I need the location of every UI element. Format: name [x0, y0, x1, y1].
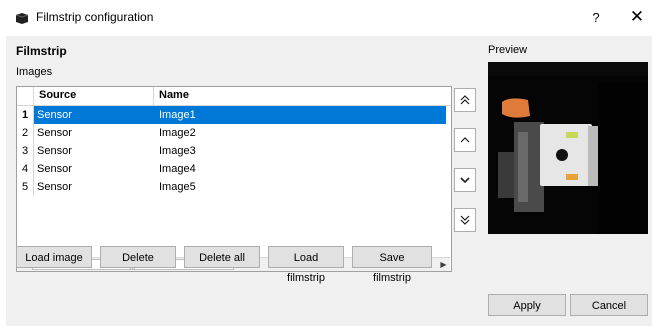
move-down-button[interactable]: [454, 168, 476, 192]
delete-button[interactable]: Delete: [100, 246, 176, 268]
help-button[interactable]: ?: [586, 8, 606, 28]
delete-all-button[interactable]: Delete all: [184, 246, 260, 268]
cell-name[interactable]: Image2: [159, 124, 196, 142]
row-index[interactable]: 3: [17, 142, 34, 160]
cancel-button[interactable]: Cancel: [570, 294, 648, 316]
column-divider[interactable]: [153, 87, 154, 105]
title-bar: Filmstrip configuration ? ✕: [0, 0, 652, 36]
cell-name[interactable]: Image3: [159, 142, 196, 160]
selection-highlight: [34, 106, 446, 124]
move-bottom-button[interactable]: [454, 208, 476, 232]
apply-button[interactable]: Apply: [488, 294, 566, 316]
images-table[interactable]: Source Name 1 Sensor Image1 2 Sensor Ima…: [16, 86, 452, 272]
double-chevron-up-icon: [460, 95, 470, 105]
double-chevron-down-icon: [460, 215, 470, 225]
row-index[interactable]: 5: [17, 178, 34, 196]
load-image-button[interactable]: Load image: [16, 246, 92, 268]
row-index[interactable]: 4: [17, 160, 34, 178]
row-index[interactable]: 2: [17, 124, 34, 142]
preview-image: [488, 62, 648, 234]
scroll-right-icon[interactable]: ▶: [437, 258, 450, 271]
table-row[interactable]: 5 Sensor Image5: [17, 178, 451, 196]
app-icon: [15, 13, 29, 24]
table-corner[interactable]: [17, 87, 34, 105]
table-row[interactable]: 1 Sensor Image1: [17, 106, 451, 124]
cell-name[interactable]: Image5: [159, 178, 196, 196]
cell-name[interactable]: Image1: [159, 106, 196, 124]
preview-label: Preview: [488, 44, 528, 56]
window-title: Filmstrip configuration: [36, 10, 154, 24]
table-row[interactable]: 2 Sensor Image2: [17, 124, 451, 142]
cell-source[interactable]: Sensor: [37, 106, 72, 124]
column-header-name[interactable]: Name: [159, 89, 189, 101]
chevron-up-icon: [460, 137, 470, 143]
preview-photo: [488, 62, 648, 234]
table-row[interactable]: 3 Sensor Image3: [17, 142, 451, 160]
move-top-button[interactable]: [454, 88, 476, 112]
images-label: Images: [16, 66, 53, 78]
cell-source[interactable]: Sensor: [37, 124, 72, 142]
column-header-source[interactable]: Source: [39, 89, 76, 101]
cell-source[interactable]: Sensor: [37, 142, 72, 160]
row-index[interactable]: 1: [17, 106, 34, 124]
table-row[interactable]: 4 Sensor Image4: [17, 160, 451, 178]
cell-source[interactable]: Sensor: [37, 160, 72, 178]
cell-name[interactable]: Image4: [159, 160, 196, 178]
table-header: Source Name: [17, 87, 451, 106]
save-filmstrip-button[interactable]: Save filmstrip: [352, 246, 432, 284]
move-up-button[interactable]: [454, 128, 476, 152]
dialog-body: Filmstrip Images Preview Source Name 1 S…: [6, 36, 652, 326]
chevron-down-icon: [460, 177, 470, 184]
cell-source[interactable]: Sensor: [37, 178, 72, 196]
close-button[interactable]: ✕: [626, 6, 648, 28]
section-title: Filmstrip: [16, 44, 67, 58]
load-filmstrip-button[interactable]: Load filmstrip: [268, 246, 344, 284]
